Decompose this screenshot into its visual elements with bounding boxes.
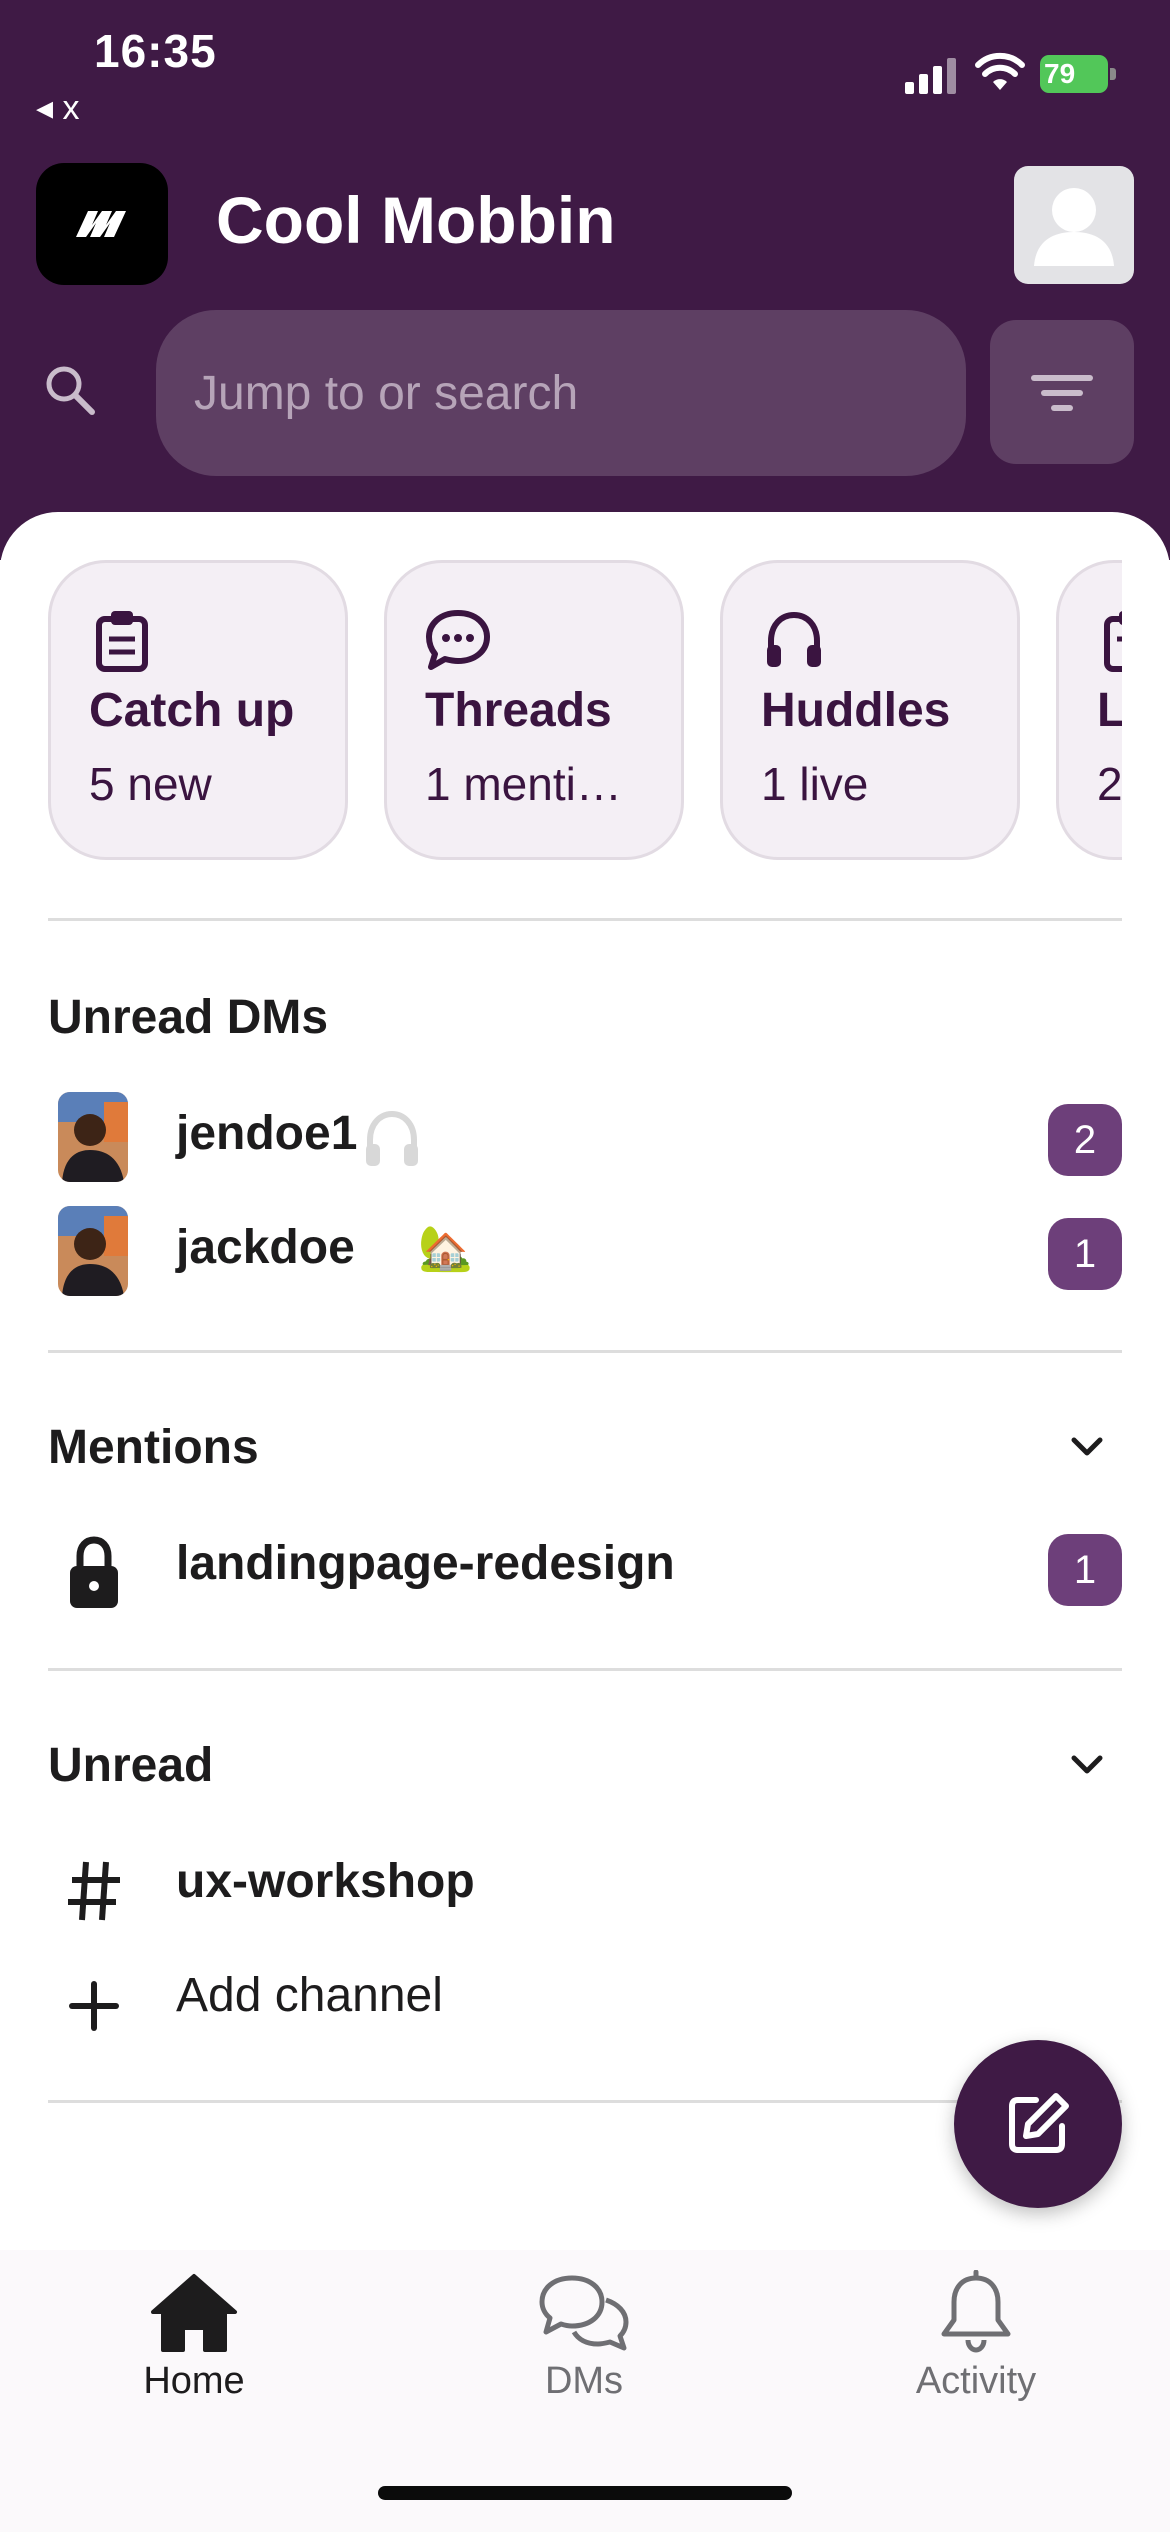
- lists-card[interactable]: L 2: [1056, 560, 1122, 860]
- cellular-signal-icon: [905, 58, 956, 94]
- workspace-logo-icon[interactable]: [36, 163, 168, 285]
- search-input[interactable]: [194, 310, 934, 476]
- card-title: L: [1097, 684, 1122, 737]
- battery-icon: 79: [1040, 55, 1116, 93]
- home-icon: [151, 2274, 237, 2352]
- tab-activity[interactable]: Activity: [856, 2270, 1096, 2420]
- add-channel-row[interactable]: Add channel: [48, 1946, 1122, 2046]
- avatar: [58, 1206, 128, 1296]
- status-emoji: 🏡: [418, 1224, 473, 1273]
- channel-row-landingpage-redesign[interactable]: landingpage-redesign 1: [48, 1514, 1122, 1614]
- clipboard-icon: [96, 611, 148, 672]
- card-subtitle: 1 menti…: [425, 758, 622, 810]
- compose-button[interactable]: [954, 2040, 1122, 2208]
- section-divider: [48, 918, 1122, 921]
- unread-badge: 1: [1048, 1218, 1122, 1290]
- chevron-down-icon[interactable]: [1062, 1422, 1112, 1472]
- unread-dms-heading: Unread DMs: [48, 991, 329, 1044]
- speech-bubble-icon: [426, 610, 490, 670]
- unread-badge: 1: [1048, 1534, 1122, 1606]
- catch-up-card[interactable]: Catch up 5 new: [48, 560, 348, 860]
- dm-name: jackdoe: [176, 1221, 355, 1274]
- channel-row-ux-workshop[interactable]: ux-workshop: [48, 1832, 1122, 1932]
- tab-home[interactable]: Home: [74, 2270, 314, 2420]
- card-title: Huddles: [761, 684, 951, 737]
- profile-avatar-button[interactable]: [1014, 166, 1134, 284]
- clipboard-icon: [1104, 611, 1122, 672]
- mentions-heading[interactable]: Mentions: [48, 1420, 259, 1475]
- tab-label: DMs: [544, 2360, 624, 2402]
- status-bar: 16:35 ◂ x 79: [0, 0, 1170, 140]
- huddles-card[interactable]: Huddles 1 live: [720, 560, 1020, 860]
- headphones-icon: [767, 611, 821, 667]
- section-divider: [48, 1350, 1122, 1353]
- hash-icon: [68, 1861, 120, 1921]
- plus-icon: [69, 1981, 119, 2031]
- back-to-app-link[interactable]: ◂ x: [36, 88, 80, 128]
- dm-name: jendoe1: [176, 1107, 358, 1160]
- lock-icon: [70, 1536, 118, 1608]
- channel-name: landingpage-redesign: [176, 1537, 675, 1590]
- filter-button[interactable]: [990, 320, 1134, 464]
- card-subtitle: 2: [1097, 758, 1122, 810]
- section-divider: [48, 1668, 1122, 1671]
- quick-cards-carousel[interactable]: Catch up 5 new Threads 1 menti… Huddles …: [0, 560, 1122, 860]
- unread-badge: 2: [1048, 1104, 1122, 1176]
- tab-label: Home: [143, 2360, 245, 2402]
- card-subtitle: 1 live: [761, 758, 869, 810]
- filter-icon: [1031, 375, 1093, 411]
- workspace-name[interactable]: Cool Mobbin: [216, 182, 616, 258]
- headphones-icon: [366, 1110, 418, 1166]
- card-subtitle: 5 new: [89, 758, 212, 810]
- profile-avatar-icon: [1034, 188, 1114, 266]
- channel-name: ux-workshop: [176, 1855, 475, 1908]
- battery-level: 79: [1044, 58, 1076, 89]
- bell-icon: [941, 2270, 1011, 2353]
- status-time: 16:35: [94, 25, 217, 77]
- avatar: [58, 1092, 128, 1182]
- home-indicator: [378, 2486, 792, 2500]
- add-channel-label: Add channel: [176, 1969, 443, 2022]
- card-title: Threads: [425, 684, 612, 737]
- search-icon[interactable]: [40, 360, 100, 420]
- threads-card[interactable]: Threads 1 menti…: [384, 560, 684, 860]
- dm-row-jackdoe[interactable]: jackdoe 🏡 1: [48, 1198, 1122, 1298]
- dms-icon: [539, 2275, 629, 2351]
- dm-row-jendoe1[interactable]: jendoe1 2: [48, 1084, 1122, 1184]
- tab-dms[interactable]: DMs: [464, 2270, 704, 2420]
- card-title: Catch up: [89, 684, 295, 737]
- chevron-down-icon[interactable]: [1062, 1740, 1112, 1790]
- unread-heading[interactable]: Unread: [48, 1738, 213, 1793]
- tab-label: Activity: [915, 2360, 1037, 2402]
- search-bar[interactable]: [156, 310, 966, 476]
- compose-icon: [1009, 2093, 1069, 2153]
- wifi-icon: [975, 52, 1025, 90]
